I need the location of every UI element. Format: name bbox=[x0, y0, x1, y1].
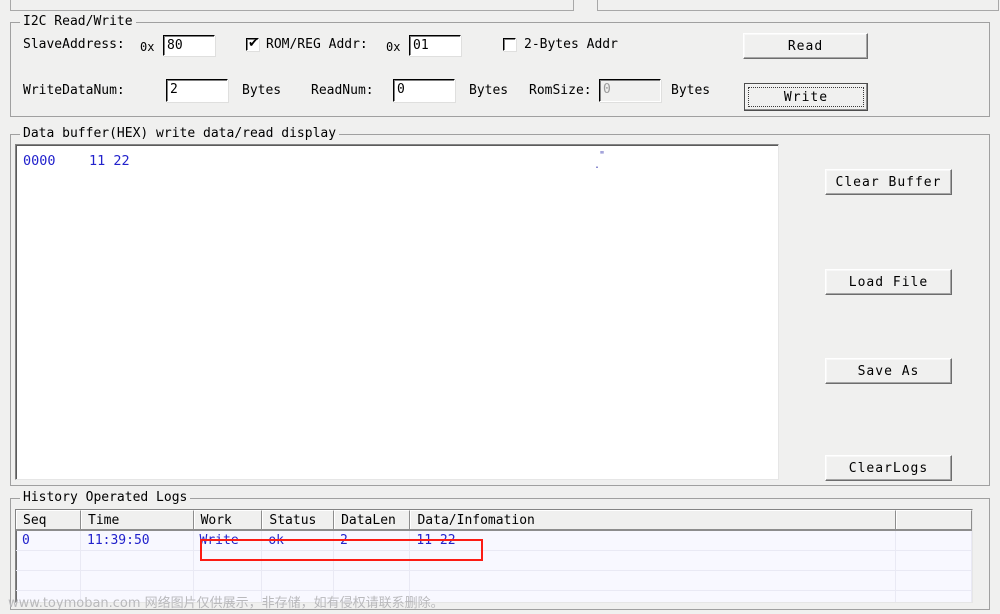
rom-size-units: Bytes bbox=[671, 83, 711, 98]
history-logs-panel: History Operated Logs Seq Time Work Status D… bbox=[10, 490, 990, 610]
two-bytes-addr-label: 2-Bytes Addr bbox=[524, 37, 618, 52]
history-logs-table[interactable]: Seq Time Work Status DataLen Data/Infomation … bbox=[15, 509, 973, 603]
read-button-label: Read bbox=[787, 38, 824, 54]
rom-reg-addr-label: ROM/REG Addr: bbox=[266, 37, 368, 52]
history-logs-title: History Operated Logs bbox=[20, 490, 191, 506]
i2c-tool-window: I2C Read/Write SlaveAddress: 0x 80 ✔ ROM… bbox=[0, 0, 1000, 614]
table-header-row[interactable]: Seq Time Work Status DataLen Data/Infomation bbox=[16, 510, 972, 531]
hex-buffer-ascii-dot: . bbox=[594, 160, 601, 171]
table-header-seq[interactable]: Seq bbox=[16, 510, 82, 529]
table-header-extra[interactable] bbox=[895, 510, 972, 529]
slave-address-hex-prefix: 0x bbox=[140, 40, 155, 54]
write-button-label: Write bbox=[783, 89, 829, 105]
read-num-label: ReadNum: bbox=[311, 83, 374, 98]
slave-address-label: SlaveAddress: bbox=[23, 37, 125, 52]
table-row[interactable] bbox=[16, 551, 972, 571]
table-row[interactable] bbox=[16, 571, 972, 591]
clipped-groupbox-right bbox=[597, 0, 999, 11]
cell-data bbox=[410, 551, 896, 570]
table-header-status[interactable]: Status bbox=[262, 510, 335, 529]
cell-extra bbox=[896, 551, 972, 570]
save-as-button[interactable]: Save As bbox=[825, 358, 952, 384]
cell-work bbox=[194, 571, 263, 590]
clear-buffer-button[interactable]: Clear Buffer bbox=[825, 169, 952, 195]
watermark-text: www.toymoban.com 网络图片仅供展示，非存储，如有侵权请联系删除。 bbox=[8, 596, 444, 611]
i2c-panel-title: I2C Read/Write bbox=[20, 14, 136, 30]
read-num-input[interactable]: 0 bbox=[393, 79, 455, 102]
cell-extra bbox=[896, 591, 972, 602]
cell-datalen bbox=[334, 571, 411, 590]
cell-seq bbox=[16, 551, 81, 570]
cell-status bbox=[262, 551, 334, 570]
clipped-groupbox-left bbox=[10, 0, 574, 11]
cell-time: 11:39:50 bbox=[81, 531, 194, 550]
cell-extra bbox=[896, 531, 972, 550]
table-row[interactable]: 0 11:39:50 Write ok 2 11 22 bbox=[16, 531, 972, 551]
load-file-label: Load File bbox=[848, 274, 929, 290]
table-body: 0 11:39:50 Write ok 2 11 22 bbox=[16, 531, 972, 602]
read-button[interactable]: Read bbox=[743, 33, 868, 59]
data-buffer-panel: Data buffer(HEX) write data/read display… bbox=[10, 126, 990, 486]
table-header-time[interactable]: Time bbox=[81, 510, 194, 529]
rom-size-label: RomSize: bbox=[529, 83, 592, 98]
table-header-data[interactable]: Data/Infomation bbox=[410, 510, 896, 529]
cell-time bbox=[81, 571, 194, 590]
two-bytes-addr-checkbox[interactable] bbox=[503, 38, 516, 51]
save-as-label: Save As bbox=[857, 363, 920, 379]
i2c-read-write-panel: I2C Read/Write SlaveAddress: 0x 80 ✔ ROM… bbox=[10, 14, 990, 117]
cell-data bbox=[410, 591, 896, 602]
cell-extra bbox=[896, 571, 972, 590]
rom-reg-addr-hex-prefix: 0x bbox=[386, 40, 401, 54]
slave-address-input[interactable]: 80 bbox=[163, 35, 215, 56]
rom-size-input: 0 bbox=[599, 79, 661, 102]
data-buffer-title: Data buffer(HEX) write data/read display bbox=[20, 126, 340, 142]
hex-buffer-bytes: 11 22 bbox=[89, 153, 130, 169]
write-data-num-units: Bytes bbox=[242, 83, 282, 98]
hex-buffer-view[interactable]: 0000 11 22 " . bbox=[15, 144, 779, 480]
checkbox-tick-icon: ✔ bbox=[248, 36, 259, 51]
hex-buffer-offset: 0000 bbox=[23, 153, 56, 169]
cell-status bbox=[262, 571, 334, 590]
cell-datalen bbox=[334, 551, 411, 570]
table-header-work[interactable]: Work bbox=[193, 510, 263, 529]
cell-seq: 0 bbox=[16, 531, 81, 550]
load-file-button[interactable]: Load File bbox=[825, 269, 952, 295]
write-data-num-label: WriteDataNum: bbox=[23, 83, 125, 98]
write-button[interactable]: Write bbox=[744, 83, 868, 111]
cell-datalen: 2 bbox=[334, 531, 411, 550]
rom-reg-addr-input[interactable]: 01 bbox=[409, 35, 461, 56]
clear-logs-button[interactable]: ClearLogs bbox=[825, 455, 952, 481]
read-num-units: Bytes bbox=[469, 83, 509, 98]
cell-status: ok bbox=[262, 531, 334, 550]
clipped-panels-strip bbox=[0, 0, 1000, 14]
cell-work bbox=[194, 551, 263, 570]
rom-reg-addr-checkbox[interactable]: ✔ bbox=[246, 36, 259, 51]
clear-logs-label: ClearLogs bbox=[848, 460, 929, 476]
cell-work: Write bbox=[194, 531, 263, 550]
clear-buffer-label: Clear Buffer bbox=[835, 174, 942, 190]
cell-data: 11 22 bbox=[410, 531, 896, 550]
cell-seq bbox=[16, 571, 81, 590]
write-data-num-input[interactable]: 2 bbox=[166, 79, 228, 102]
cell-data bbox=[410, 571, 896, 590]
cell-time bbox=[81, 551, 194, 570]
table-header-datalen[interactable]: DataLen bbox=[334, 510, 411, 529]
